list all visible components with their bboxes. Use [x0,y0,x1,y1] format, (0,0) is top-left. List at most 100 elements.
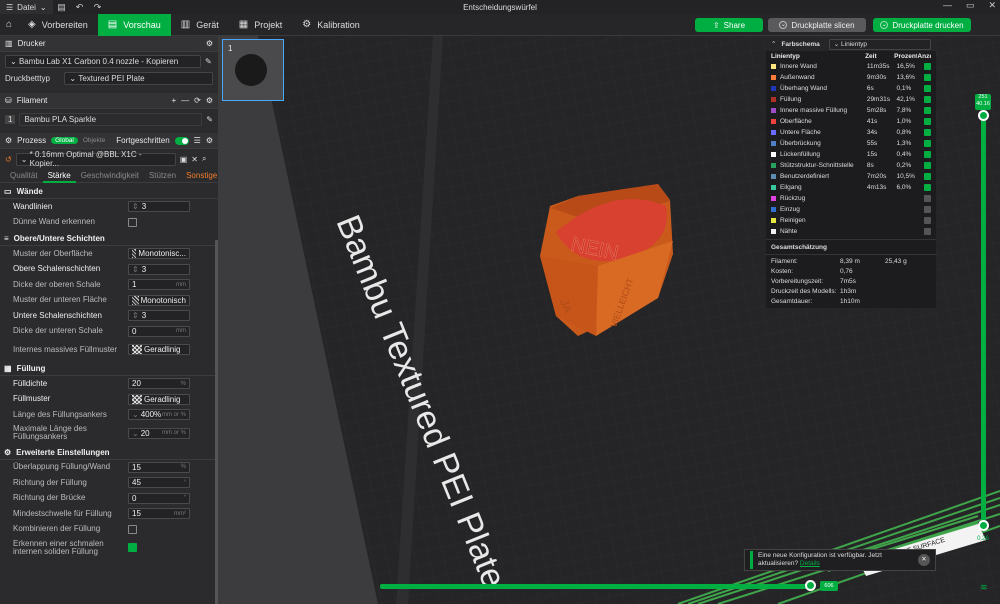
close-icon[interactable]: ✕ [918,554,930,566]
tab-prepare[interactable]: ◈ Vorbereiten [18,14,98,36]
close-icon[interactable]: ✕ [191,155,198,164]
top-thickness-input[interactable]: 1 mm [128,279,190,291]
show-checkbox[interactable] [924,74,931,81]
combine-infill-checkbox[interactable] [128,524,137,534]
show-checkbox[interactable] [924,107,931,114]
infill-direction-input[interactable]: 45 ° [128,477,190,489]
slice-plate-button[interactable]: ⌄ Druckplatte slicen [768,18,866,32]
show-checkbox[interactable] [924,96,931,103]
layer-slider-vertical[interactable]: 251 40.16 0.26 [975,94,991,542]
show-checkbox[interactable] [924,118,931,125]
layers-icon[interactable]: ≋ [980,582,988,593]
tab-quality[interactable]: Qualität [5,169,43,183]
thin-walls-checkbox[interactable] [128,217,137,227]
legend-name: Überhang Wand [779,85,828,92]
move-handle[interactable] [805,580,816,591]
chevron-down-icon[interactable]: ⌄ [880,21,889,29]
minimize-icon[interactable]: — [943,0,952,11]
narrow-solid-checkbox[interactable] [128,543,137,552]
printer-select[interactable]: ⌄ Bambu Lab X1 Carbon 0.4 nozzle - Kopie… [5,54,201,68]
tab-others[interactable]: Sonstige [181,169,218,183]
show-checkbox[interactable] [924,217,931,224]
anchor-max-input[interactable]: ⌄ 20 mm or % [128,427,190,439]
layer-top-handle[interactable] [978,110,989,121]
settings-icon[interactable]: ⚙ [206,96,213,105]
save-icon[interactable]: ▤ [53,2,71,13]
tab-project[interactable]: ▦ Projekt [229,14,292,36]
tab-preview[interactable]: ▤ Vorschau [97,13,171,36]
show-checkbox[interactable] [924,184,931,191]
edit-icon[interactable]: ✎ [205,57,212,66]
move-slider-horizontal[interactable] [380,580,817,591]
undo-icon[interactable]: ↶ [71,2,89,13]
bottom-pattern-select[interactable]: Monotonisch [128,294,190,306]
show-checkbox[interactable] [924,129,931,136]
show-checkbox[interactable] [924,206,931,213]
stepper-icon[interactable]: ⇕ [132,265,139,274]
tab-strength[interactable]: Stärke [42,169,76,183]
show-checkbox[interactable] [924,173,931,180]
search-icon[interactable]: ⌕ [202,154,206,164]
settings-icon[interactable]: ⚙ [206,136,213,145]
overlap-input[interactable]: 15% [128,461,190,473]
show-checkbox[interactable] [924,151,931,158]
settings-icon[interactable]: ⚙ [206,39,213,48]
show-checkbox[interactable] [924,85,931,92]
tab-support[interactable]: Stützen [144,169,181,183]
add-icon[interactable]: + [171,96,176,105]
edit-icon[interactable]: ✎ [206,115,213,124]
remove-icon[interactable]: — [181,96,189,105]
top-shells-input[interactable]: ⇕ 3 [128,263,190,275]
process-icon: ⚙ [5,136,13,145]
show-checkbox[interactable] [924,228,931,235]
notice-details-link[interactable]: Details [800,560,820,567]
bottom-shells-input[interactable]: ⇕ 3 [128,310,190,322]
collapse-icon[interactable]: ⌃ [771,40,776,48]
list-icon[interactable]: ☰ [194,136,201,145]
advanced-switch[interactable] [174,136,189,145]
tab-device[interactable]: ▥ Gerät [171,14,229,36]
option-label: Überlappung Füllung/Wand [13,462,111,472]
modified-icon: ↺ [5,154,12,164]
home-button[interactable]: ⌂ [0,14,18,36]
tab-calibration[interactable]: ⚙ Kalibration [292,14,370,36]
show-checkbox[interactable] [924,195,931,202]
color-scheme-select[interactable]: ⌄ Linientyp [828,38,931,50]
bottom-thickness-input[interactable]: 0 mm [128,325,190,337]
print-plate-button[interactable]: ⌄ Druckplatte drucken [873,18,971,32]
menu-icon: ☰ [6,2,14,12]
wall-loops-input[interactable]: ⇕ 3 [128,201,190,213]
layer-top-badge: 251 40.16 [975,94,991,110]
save-icon[interactable]: ▣ [180,155,188,164]
filament-select[interactable]: Bambu PLA Sparkle [19,112,203,126]
process-preset-select[interactable]: ⌄ * 0.16mm Optimal @BBL X1C - Kopier... [15,150,176,168]
show-checkbox[interactable] [924,162,931,169]
chevron-down-icon[interactable]: ⌄ [779,21,788,29]
infill-density-input[interactable]: 20% [128,378,190,390]
redo-icon[interactable]: ↷ [89,2,107,13]
legend-name: Stützstruktur-Schnittstelle [779,162,854,169]
tab-speed[interactable]: Geschwindigkeit [76,169,144,183]
infill-pattern-select[interactable]: Geradlinig [128,393,190,405]
anchor-length-input[interactable]: ⌄ 400% mm or % [128,409,190,421]
objects-toggle[interactable]: Objekte [83,137,105,144]
min-area-input[interactable]: 15 mm² [128,508,190,520]
plate-thumbnail[interactable]: 1 [222,39,284,101]
bed-type-select[interactable]: ⌄ Textured PEI Plate [64,72,213,85]
file-menu[interactable]: ☰ Datei ⌄ [0,0,53,14]
share-button[interactable]: ⇪ Share [695,18,763,32]
maximize-icon[interactable]: ▭ [966,0,975,11]
color-swatch [771,207,776,212]
show-checkbox[interactable] [924,63,931,70]
layer-bottom-handle[interactable] [978,520,989,531]
global-toggle[interactable]: Global [51,137,78,144]
close-icon[interactable]: ✕ [988,0,996,11]
bridge-direction-input[interactable]: 0 ° [128,492,190,504]
legend-time: 41s [866,118,878,125]
show-checkbox[interactable] [924,140,931,147]
sync-icon[interactable]: ⟳ [194,96,201,105]
stepper-icon[interactable]: ⇕ [132,202,139,211]
stepper-icon[interactable]: ⇕ [132,311,139,320]
solid-pattern-select[interactable]: Geradlinig [128,344,190,355]
top-pattern-select[interactable]: Monotonisc... [128,248,190,260]
